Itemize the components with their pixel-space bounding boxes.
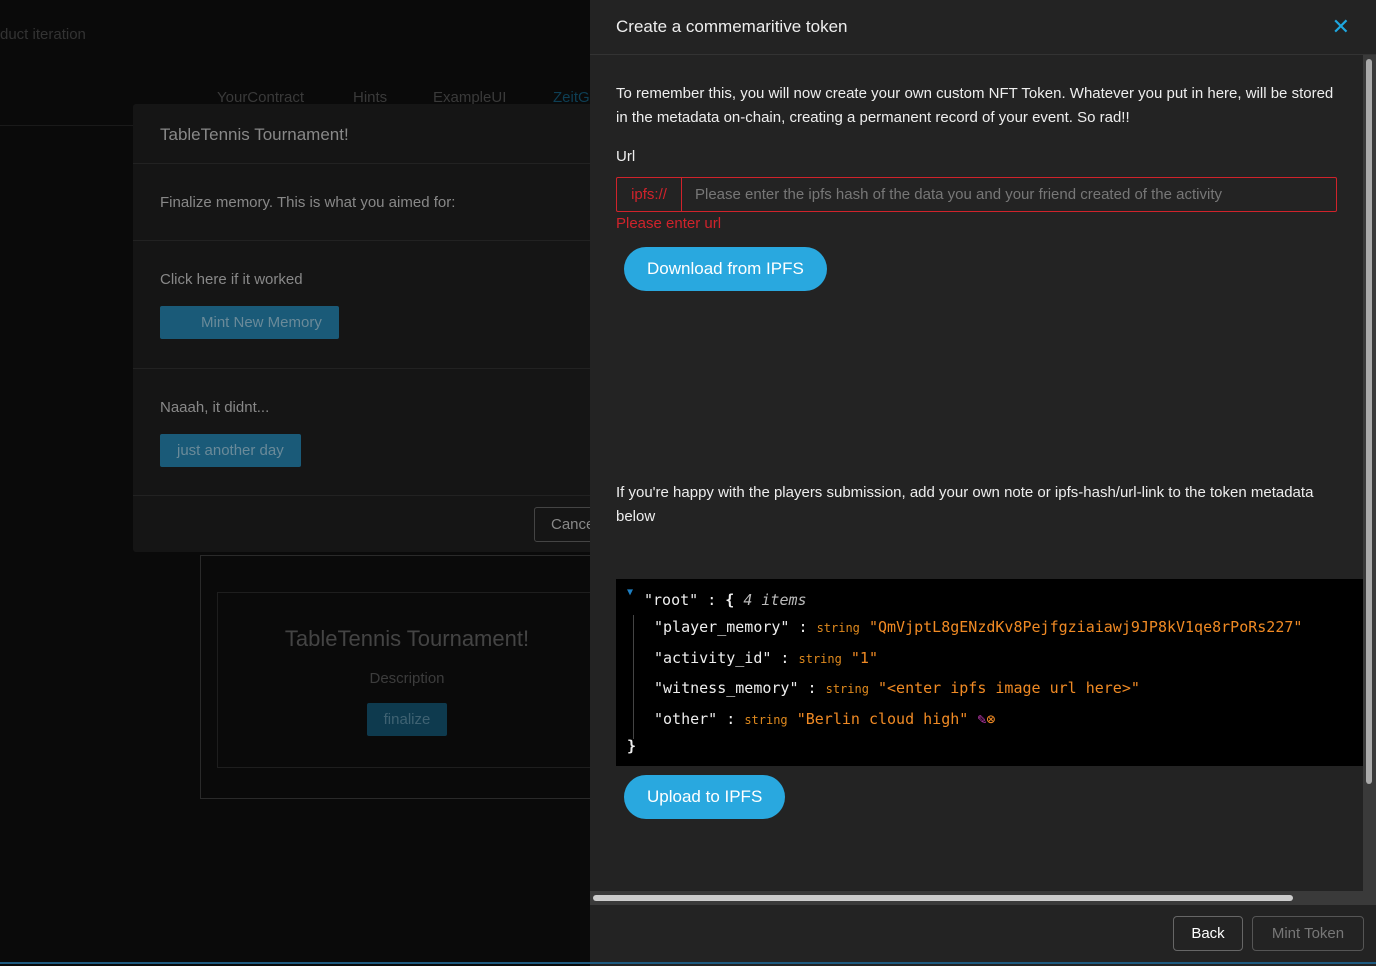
mint-new-memory-button[interactable]: Mint New Memory: [160, 306, 339, 339]
edit-icon[interactable]: ✎: [977, 710, 986, 728]
url-input[interactable]: [682, 178, 1336, 211]
modal-prompt: Finalize memory. This is what you aimed …: [133, 164, 603, 241]
horizontal-scrollbar[interactable]: [590, 891, 1363, 905]
json-entry: "player_memory" : string "QmVjptL8gENzdK…: [654, 618, 1303, 636]
drawer-title: Create a commemaritive token: [616, 17, 848, 36]
bottom-border: [0, 962, 1376, 964]
url-field: ipfs://: [616, 177, 1337, 212]
note-text: If you're happy with the players submiss…: [616, 484, 1314, 525]
remove-icon[interactable]: ⊗: [986, 710, 995, 728]
intro-text: To remember this, you will now create yo…: [616, 85, 1334, 126]
close-icon[interactable]: ✕: [1332, 14, 1350, 40]
finalize-button[interactable]: finalize: [366, 703, 448, 736]
json-editor: ▼ "root" : { 4 items "player_memory" : s…: [616, 579, 1363, 766]
worked-label: Click here if it worked: [160, 271, 303, 288]
vertical-scrollbar[interactable]: [1363, 55, 1376, 905]
url-label: Url: [616, 148, 636, 165]
json-item-count: 4 items: [743, 591, 807, 609]
card-description: Description: [369, 670, 445, 687]
token-drawer: Create a commemaritive token ✕ To rememb…: [590, 0, 1376, 966]
json-entry: "activity_id" : string "1": [654, 649, 878, 667]
activity-card: TableTennis Tournament! Description fina…: [217, 592, 597, 768]
failed-label: Naaah, it didnt...: [160, 399, 270, 416]
just-another-day-button[interactable]: just another day: [160, 434, 301, 467]
json-entry: "witness_memory" : string "<enter ipfs i…: [654, 679, 1140, 697]
url-error: Please enter url: [616, 215, 722, 232]
finalize-modal: TableTennis Tournament! Finalize memory.…: [133, 104, 614, 552]
modal-title: TableTennis Tournament!: [133, 104, 603, 164]
card-title: TableTennis Tournament!: [284, 626, 530, 651]
json-entry: "other" : string "Berlin cloud high" ✎⊗: [654, 710, 996, 728]
back-button[interactable]: Back: [1173, 916, 1243, 951]
json-root-key: "root": [644, 591, 699, 609]
mint-token-button[interactable]: Mint Token: [1252, 916, 1364, 951]
upload-to-ipfs-button[interactable]: Upload to IPFS: [624, 775, 786, 819]
url-prefix: ipfs://: [617, 178, 682, 211]
download-from-ipfs-button[interactable]: Download from IPFS: [624, 247, 827, 291]
collapse-triangle-icon[interactable]: ▼: [627, 587, 633, 598]
brand-text: duct iteration: [0, 26, 86, 43]
